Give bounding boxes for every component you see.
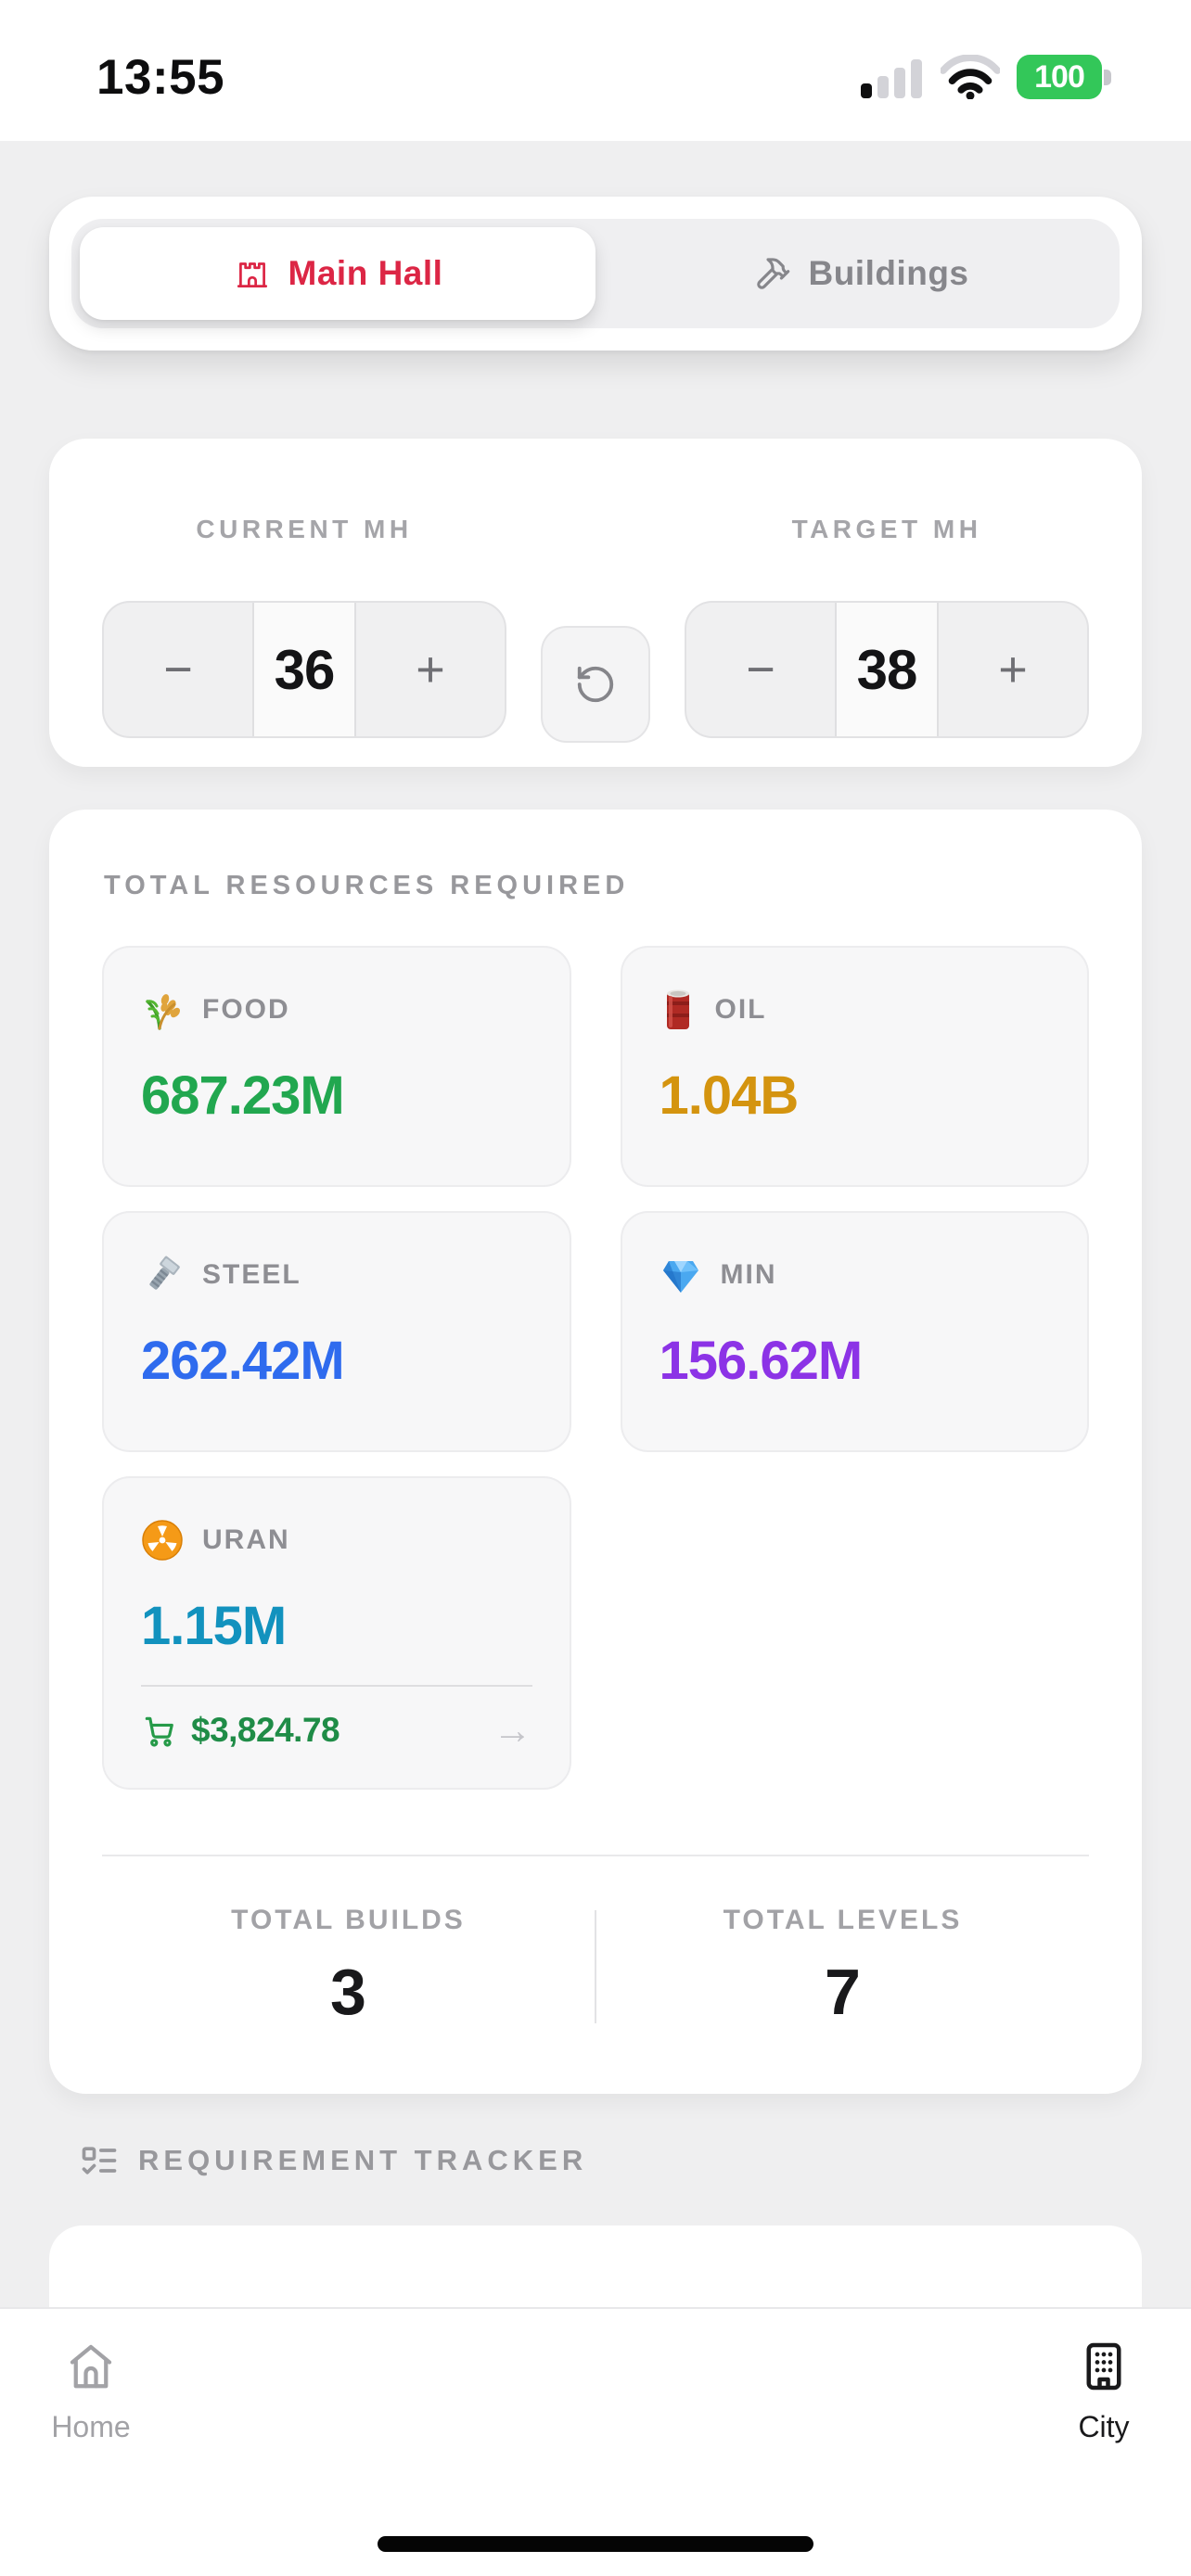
resource-card-uran: URAN 1.15M $3,824.78 → — [102, 1476, 571, 1790]
uran-buy-row[interactable]: $3,824.78 → — [141, 1711, 532, 1750]
total-levels: TOTAL LEVELS 7 — [596, 1905, 1089, 2029]
totals-row: TOTAL BUILDS 3 TOTAL LEVELS 7 — [102, 1905, 1089, 2029]
resources-grid: FOOD 687.23M OIL 1.04B STEEL 262.42M MIN… — [102, 946, 1089, 1790]
target-mh-stepper: − 38 + — [685, 601, 1089, 738]
resource-label: MIN — [720, 1259, 777, 1290]
nav-city-label: City — [1078, 2410, 1130, 2443]
gem-icon — [660, 1254, 702, 1296]
tab-bar: Main Hall Buildings — [49, 197, 1142, 351]
status-icons: 100 — [861, 55, 1111, 99]
resource-value-food: 687.23M — [141, 1065, 345, 1126]
resource-value-uran: 1.15M — [141, 1596, 287, 1656]
current-mh-label: CURRENT MH — [196, 514, 413, 543]
tab-buildings-label: Buildings — [808, 254, 969, 292]
hammer-icon — [754, 255, 791, 292]
resource-card-steel: STEEL 262.42M — [102, 1211, 571, 1452]
total-levels-value: 7 — [825, 1956, 861, 2028]
oil-barrel-icon — [660, 988, 697, 1031]
cellular-signal-icon — [861, 56, 924, 98]
resource-label: URAN — [202, 1524, 290, 1555]
bolt-icon — [141, 1254, 184, 1296]
nav-item-home[interactable]: Home — [17, 2339, 165, 2444]
resource-card-min: MIN 156.62M — [620, 1211, 1089, 1452]
requirement-tracker-header: REQUIREMENT TRACKER — [79, 2140, 587, 2181]
arrow-right-icon: → — [493, 1708, 532, 1752]
target-mh-increment-button[interactable]: + — [939, 603, 1087, 736]
nav-home-label: Home — [51, 2410, 131, 2443]
resource-label: STEEL — [202, 1259, 301, 1290]
tab-main-hall-label: Main Hall — [288, 254, 443, 292]
castle-icon — [233, 254, 272, 293]
app-screen: 13:55 100 Main Hall Buildings CURRENT MH… — [0, 0, 1191, 2576]
list-todo-icon — [79, 2140, 120, 2181]
resources-title: TOTAL RESOURCES REQUIRED — [104, 871, 630, 900]
status-bar: 13:55 100 — [0, 0, 1191, 141]
tab-track: Main Hall Buildings — [71, 219, 1120, 328]
radioactive-icon — [141, 1519, 184, 1562]
total-levels-label: TOTAL LEVELS — [723, 1905, 963, 1935]
mh-selector-card: CURRENT MH TARGET MH − 36 + − 38 + — [49, 439, 1142, 767]
requirement-tracker-card — [49, 2225, 1142, 2318]
resource-card-food: FOOD 687.23M — [102, 946, 571, 1187]
nav-item-city[interactable]: City — [1030, 2339, 1178, 2444]
total-builds: TOTAL BUILDS 3 — [102, 1905, 595, 2029]
resource-card-oil: OIL 1.04B — [620, 946, 1089, 1187]
current-mh-value: 36 — [252, 603, 356, 736]
battery-level: 100 — [1034, 58, 1085, 95]
home-indicator[interactable] — [378, 2536, 813, 2552]
uran-card-divider — [141, 1685, 532, 1687]
totals-divider — [102, 1855, 1089, 1856]
bottom-nav: Home City — [0, 2307, 1191, 2576]
resource-label: OIL — [714, 994, 767, 1025]
tab-buildings[interactable]: Buildings — [604, 219, 1120, 328]
resources-card: TOTAL RESOURCES REQUIRED FOOD 687.23M OI… — [49, 810, 1142, 2094]
total-builds-value: 3 — [330, 1956, 366, 2028]
status-time: 13:55 — [96, 49, 225, 105]
battery-icon: 100 — [1017, 55, 1111, 99]
reset-button[interactable] — [541, 625, 650, 743]
reset-icon — [574, 663, 617, 706]
requirement-tracker-title: REQUIREMENT TRACKER — [138, 2144, 588, 2176]
target-mh-decrement-button[interactable]: − — [686, 603, 835, 736]
city-building-icon — [1076, 2339, 1132, 2394]
resource-label: FOOD — [202, 994, 290, 1025]
current-mh-stepper: − 36 + — [102, 601, 506, 738]
total-builds-label: TOTAL BUILDS — [231, 1905, 466, 1935]
target-mh-value: 38 — [835, 603, 939, 736]
wifi-icon — [941, 55, 1000, 99]
current-mh-increment-button[interactable]: + — [356, 603, 505, 736]
resource-value-steel: 262.42M — [141, 1331, 345, 1391]
rice-plant-icon — [141, 988, 184, 1031]
shopping-cart-icon — [141, 1713, 176, 1748]
current-mh-decrement-button[interactable]: − — [104, 603, 252, 736]
home-icon — [63, 2339, 119, 2394]
target-mh-label: TARGET MH — [791, 514, 982, 543]
tab-main-hall[interactable]: Main Hall — [80, 227, 596, 320]
resource-value-oil: 1.04B — [659, 1065, 800, 1126]
uran-price: $3,824.78 — [191, 1711, 340, 1749]
resource-value-min: 156.62M — [659, 1331, 864, 1391]
